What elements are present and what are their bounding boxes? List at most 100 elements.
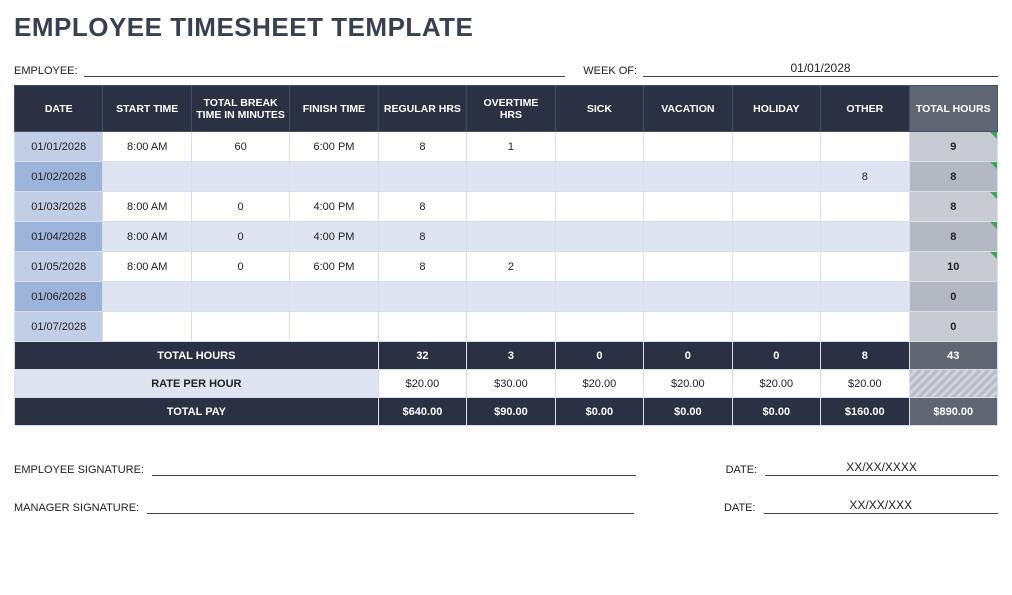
cell-date[interactable]: 01/02/2028 xyxy=(15,162,103,192)
cell-regular[interactable]: 8 xyxy=(378,222,466,252)
cell-start[interactable] xyxy=(103,312,191,342)
sum-sick-hours: 0 xyxy=(555,342,643,370)
cell-holiday[interactable] xyxy=(732,162,820,192)
table-row: 01/02/202888 xyxy=(15,162,998,192)
col-break: TOTAL BREAK TIME IN MINUTES xyxy=(191,86,289,132)
cell-overtime[interactable]: 1 xyxy=(467,132,555,162)
cell-start[interactable] xyxy=(103,282,191,312)
col-vacation: VACATION xyxy=(644,86,732,132)
cell-finish[interactable] xyxy=(290,162,378,192)
rate-sick[interactable]: $20.00 xyxy=(555,370,643,398)
cell-other[interactable] xyxy=(821,222,909,252)
employee-signature-label: EMPLOYEE SIGNATURE: xyxy=(14,464,144,476)
cell-other[interactable] xyxy=(821,132,909,162)
cell-finish[interactable] xyxy=(290,282,378,312)
cell-finish[interactable]: 4:00 PM xyxy=(290,222,378,252)
cell-other[interactable] xyxy=(821,282,909,312)
cell-date[interactable]: 01/04/2028 xyxy=(15,222,103,252)
cell-break[interactable]: 60 xyxy=(191,132,289,162)
cell-finish[interactable]: 6:00 PM xyxy=(290,252,378,282)
page-title: EMPLOYEE TIMESHEET TEMPLATE xyxy=(14,12,998,43)
cell-sick[interactable] xyxy=(555,192,643,222)
cell-overtime[interactable] xyxy=(467,282,555,312)
employee-value[interactable] xyxy=(84,61,566,77)
cell-break[interactable] xyxy=(191,282,289,312)
cell-total: 8 xyxy=(909,192,997,222)
cell-other[interactable] xyxy=(821,252,909,282)
cell-overtime[interactable]: 2 xyxy=(467,252,555,282)
cell-start[interactable]: 8:00 AM xyxy=(103,252,191,282)
cell-vacation[interactable] xyxy=(644,282,732,312)
pay-total: $890.00 xyxy=(909,398,997,426)
cell-holiday[interactable] xyxy=(732,132,820,162)
rate-vacation[interactable]: $20.00 xyxy=(644,370,732,398)
cell-date[interactable]: 01/07/2028 xyxy=(15,312,103,342)
cell-break[interactable] xyxy=(191,312,289,342)
pay-regular: $640.00 xyxy=(378,398,466,426)
cell-overtime[interactable] xyxy=(467,162,555,192)
cell-overtime[interactable] xyxy=(467,222,555,252)
cell-sick[interactable] xyxy=(555,252,643,282)
cell-start[interactable]: 8:00 AM xyxy=(103,192,191,222)
cell-sick[interactable] xyxy=(555,312,643,342)
rate-holiday[interactable]: $20.00 xyxy=(732,370,820,398)
cell-vacation[interactable] xyxy=(644,252,732,282)
cell-vacation[interactable] xyxy=(644,162,732,192)
cell-finish[interactable]: 4:00 PM xyxy=(290,192,378,222)
employee-signature-date[interactable]: XX/XX/XXXX xyxy=(765,460,998,476)
rate-regular[interactable]: $20.00 xyxy=(378,370,466,398)
manager-signature-date[interactable]: XX/XX/XXX xyxy=(764,498,998,514)
cell-sick[interactable] xyxy=(555,222,643,252)
cell-total: 9 xyxy=(909,132,997,162)
cell-regular[interactable]: 8 xyxy=(378,252,466,282)
rate-other[interactable]: $20.00 xyxy=(821,370,909,398)
cell-holiday[interactable] xyxy=(732,222,820,252)
week-of-value[interactable]: 01/01/2028 xyxy=(643,61,998,77)
employee-label: EMPLOYEE: xyxy=(14,65,78,77)
rate-overtime[interactable]: $30.00 xyxy=(467,370,555,398)
cell-holiday[interactable] xyxy=(732,282,820,312)
timesheet-table: DATE START TIME TOTAL BREAK TIME IN MINU… xyxy=(14,85,998,426)
cell-regular[interactable] xyxy=(378,312,466,342)
cell-break[interactable]: 0 xyxy=(191,222,289,252)
cell-other[interactable]: 8 xyxy=(821,162,909,192)
cell-holiday[interactable] xyxy=(732,252,820,282)
cell-vacation[interactable] xyxy=(644,192,732,222)
cell-overtime[interactable] xyxy=(467,192,555,222)
table-row: 01/04/20288:00 AM04:00 PM88 xyxy=(15,222,998,252)
cell-vacation[interactable] xyxy=(644,222,732,252)
cell-finish[interactable]: 6:00 PM xyxy=(290,132,378,162)
cell-date[interactable]: 01/05/2028 xyxy=(15,252,103,282)
cell-regular[interactable]: 8 xyxy=(378,192,466,222)
table-row: 01/05/20288:00 AM06:00 PM8210 xyxy=(15,252,998,282)
cell-start[interactable]: 8:00 AM xyxy=(103,222,191,252)
cell-holiday[interactable] xyxy=(732,192,820,222)
cell-sick[interactable] xyxy=(555,282,643,312)
cell-regular[interactable]: 8 xyxy=(378,132,466,162)
cell-sick[interactable] xyxy=(555,132,643,162)
cell-holiday[interactable] xyxy=(732,312,820,342)
cell-break[interactable]: 0 xyxy=(191,252,289,282)
cell-finish[interactable] xyxy=(290,312,378,342)
rate-total xyxy=(909,370,997,398)
manager-signature-line[interactable] xyxy=(147,498,634,514)
cell-break[interactable] xyxy=(191,162,289,192)
cell-start[interactable]: 8:00 AM xyxy=(103,132,191,162)
col-sick: SICK xyxy=(555,86,643,132)
cell-sick[interactable] xyxy=(555,162,643,192)
cell-other[interactable] xyxy=(821,192,909,222)
cell-vacation[interactable] xyxy=(644,312,732,342)
cell-start[interactable] xyxy=(103,162,191,192)
cell-regular[interactable] xyxy=(378,282,466,312)
cell-overtime[interactable] xyxy=(467,312,555,342)
cell-date[interactable]: 01/06/2028 xyxy=(15,282,103,312)
employee-signature-line[interactable] xyxy=(152,460,636,476)
cell-other[interactable] xyxy=(821,312,909,342)
table-header-row: DATE START TIME TOTAL BREAK TIME IN MINU… xyxy=(15,86,998,132)
cell-regular[interactable] xyxy=(378,162,466,192)
cell-break[interactable]: 0 xyxy=(191,192,289,222)
sum-overtime-hours: 3 xyxy=(467,342,555,370)
cell-vacation[interactable] xyxy=(644,132,732,162)
cell-date[interactable]: 01/01/2028 xyxy=(15,132,103,162)
cell-date[interactable]: 01/03/2028 xyxy=(15,192,103,222)
